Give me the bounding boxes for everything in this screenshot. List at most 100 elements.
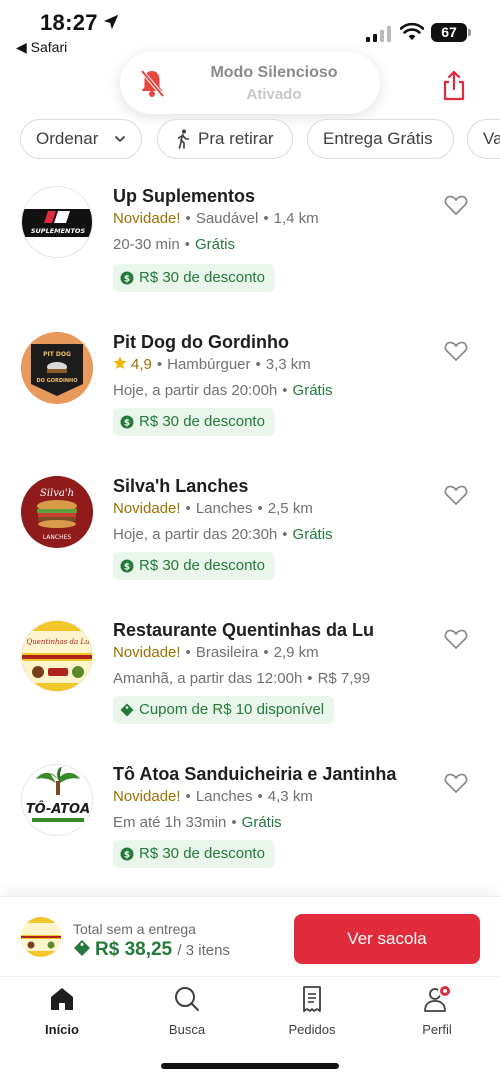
nav-home-label: Início <box>45 1022 79 1037</box>
promo-badge: $ R$ 30 de desconto <box>113 264 275 292</box>
restaurant-name: Up Suplementos <box>113 186 256 206</box>
discount-badge-icon: $ <box>120 415 134 429</box>
nav-search[interactable]: Busca <box>137 985 237 1037</box>
filter-chips: Ordenar Pra retirar Entrega Grátis Va <box>0 119 500 161</box>
favorite-heart-icon[interactable] <box>444 772 468 794</box>
promo-badge: $ R$ 30 de desconto <box>113 552 275 580</box>
restaurant-meta: Novidade! • Saudável • 1,4 km <box>113 210 319 227</box>
price-tag-icon <box>74 940 90 956</box>
favorite-heart-icon[interactable] <box>444 194 468 216</box>
discount-badge-icon: $ <box>120 559 134 573</box>
coupon-badge: Cupom de R$ 10 disponível <box>113 696 335 724</box>
restaurant-card[interactable]: SUPLEMENTOS Up Suplementos Novidade! • Sau… <box>0 180 500 292</box>
restaurant-name: Tô Atoa Sanduicheiria e Jantinha <box>113 764 397 784</box>
pickup-chip[interactable]: Pra retirar <box>157 119 293 159</box>
cart-total: R$ 38,25 / 3 itens <box>73 939 230 961</box>
more-filter-chip[interactable]: Va <box>467 119 500 159</box>
restaurant-distance: 3,3 km <box>265 356 311 373</box>
cart-total-label: Total sem a entrega <box>73 921 196 937</box>
nav-orders[interactable]: Pedidos <box>262 985 362 1037</box>
nav-profile[interactable]: Perfil <box>387 984 487 1037</box>
cart-summary-bar: Total sem a entrega R$ 38,25 / 3 itens V… <box>0 896 500 976</box>
svg-text:$: $ <box>124 851 130 861</box>
battery-cap <box>468 29 471 36</box>
promo-badge: $ R$ 30 de desconto <box>113 408 275 436</box>
restaurant-category: Saudável <box>195 210 259 227</box>
pitdog-logo-bottom: DO GORDINHO <box>37 378 78 384</box>
restaurant-rating: 4,9 <box>131 356 152 373</box>
sort-chip[interactable]: Ordenar <box>20 119 142 159</box>
favorite-heart-icon[interactable] <box>444 340 468 362</box>
sort-chip-label: Ordenar <box>36 129 99 148</box>
restaurant-card[interactable]: TÔ-ATOA Tô Atoa Sanduicheiria e Jantinha… <box>0 758 500 868</box>
discount-badge-icon: $ <box>120 847 134 861</box>
share-icon[interactable] <box>440 70 468 102</box>
bell-slash-icon <box>140 69 165 98</box>
pit-dog-logo-image: PIT DOG DO GORDINHO <box>21 332 93 404</box>
restaurant-logo: Silva'h LANCHES <box>21 476 93 548</box>
favorite-heart-icon[interactable] <box>444 484 468 506</box>
delivery-fee: Grátis <box>292 382 333 399</box>
user-icon <box>424 984 452 1012</box>
delivery-info: 20-30 min • Grátis <box>113 236 235 253</box>
restaurant-card[interactable]: Silva'h LANCHES Silva'h Lanches Novidade… <box>0 470 500 580</box>
silvah-logo-script: Silva'h <box>40 488 74 499</box>
new-tag: Novidade! <box>113 500 181 517</box>
delivery-fee: R$ 7,99 <box>317 670 371 687</box>
restaurant-logo: SUPLEMENTOS <box>21 186 93 258</box>
back-to-safari[interactable]: ◀ Safari <box>16 39 67 56</box>
home-icon <box>51 988 73 1010</box>
receipt-icon <box>303 986 321 1012</box>
more-filter-chip-label: Va <box>483 129 500 148</box>
silvah-logo-image: Silva'h LANCHES <box>21 476 93 548</box>
promo-badge: $ R$ 30 de desconto <box>113 840 275 868</box>
delivery-time: Amanhã, a partir das 12:00h <box>113 670 303 687</box>
nav-home[interactable]: Início <box>12 985 112 1037</box>
coupon-tag-icon <box>120 703 134 717</box>
search-icon <box>175 987 199 1011</box>
new-tag: Novidade! <box>113 210 181 227</box>
restaurant-logo: Quentinhas da Lu <box>21 620 93 692</box>
delivery-fee: Grátis <box>292 526 333 543</box>
svg-text:$: $ <box>124 419 130 429</box>
delivery-info: Hoje, a partir das 20:00h • Grátis <box>113 382 333 399</box>
up-suplementos-logo-image: SUPLEMENTOS <box>22 209 92 237</box>
restaurant-logo: TÔ-ATOA <box>21 764 93 836</box>
discount-badge-icon: $ <box>120 271 134 285</box>
restaurant-name: Pit Dog do Gordinho <box>113 332 289 352</box>
toatoa-logo-text: TÔ-ATOA <box>26 801 90 817</box>
new-tag: Novidade! <box>113 644 181 661</box>
wifi-icon <box>400 22 424 40</box>
cart-logo-image <box>21 917 61 957</box>
walking-person-icon <box>177 129 190 149</box>
delivery-time: Em até 1h 33min <box>113 814 227 831</box>
restaurant-meta: 4,9 • Hambúrguer • 3,3 km <box>113 356 311 373</box>
delivery-time: 20-30 min <box>113 236 180 253</box>
free-delivery-chip[interactable]: Entrega Grátis <box>307 119 454 159</box>
restaurant-category: Hambúrguer <box>167 356 251 373</box>
silent-mode-title: Modo Silencioso <box>210 64 338 81</box>
pitdog-logo-top: PIT DOG <box>43 351 71 358</box>
restaurant-card[interactable]: Quentinhas da Lu Restaurante Quentinhas … <box>0 614 500 724</box>
restaurant-logo: PIT DOG DO GORDINHO <box>21 332 93 404</box>
quentinhas-logo-image: Quentinhas da Lu <box>22 621 92 691</box>
clock: 18:27 <box>40 10 98 35</box>
restaurant-distance: 1,4 km <box>273 210 319 227</box>
nav-orders-label: Pedidos <box>288 1022 336 1037</box>
restaurant-meta: Novidade! • Lanches • 4,3 km <box>113 788 313 805</box>
restaurant-meta: Novidade! • Lanches • 2,5 km <box>113 500 313 517</box>
cellular-signal-icon <box>366 26 391 42</box>
nav-profile-label: Perfil <box>422 1022 452 1037</box>
pickup-chip-label: Pra retirar <box>198 129 274 148</box>
promo-text: R$ 30 de desconto <box>139 845 265 862</box>
svg-text:$: $ <box>124 275 130 285</box>
restaurant-distance: 4,3 km <box>267 788 313 805</box>
free-delivery-chip-label: Entrega Grátis <box>323 129 433 148</box>
view-bag-button[interactable]: Ver sacola <box>294 914 480 964</box>
restaurant-meta: Novidade! • Brasileira • 2,9 km <box>113 644 319 661</box>
restaurant-name: Restaurante Quentinhas da Lu <box>113 620 375 640</box>
promo-text: R$ 30 de desconto <box>139 269 265 286</box>
favorite-heart-icon[interactable] <box>444 628 468 650</box>
restaurant-card[interactable]: PIT DOG DO GORDINHO Pit Dog do Gordinho … <box>0 326 500 436</box>
location-arrow-icon <box>103 14 119 30</box>
